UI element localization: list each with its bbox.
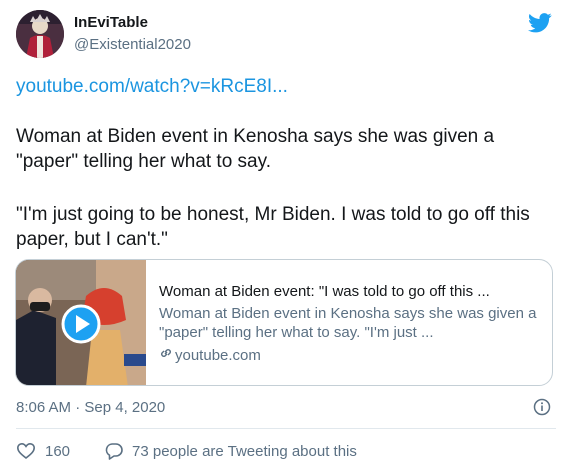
user-handle[interactable]: @Existential2020 <box>74 36 191 53</box>
tweet-link[interactable]: youtube.com/watch?v=kRcE8I... <box>16 76 288 98</box>
tweet-text-paragraph-2: "I'm just going to be honest, Mr Biden. … <box>16 204 530 250</box>
card-domain: youtube.com <box>159 346 261 364</box>
play-icon[interactable] <box>61 304 101 344</box>
card-domain-text: youtube.com <box>175 347 261 364</box>
conversation-text: 73 people are Tweeting about this <box>132 442 357 460</box>
like-button[interactable]: 160 <box>16 440 70 462</box>
display-name[interactable]: InEviTable <box>74 14 148 31</box>
avatar[interactable] <box>16 10 64 58</box>
tweet-card: InEviTable @Existential2020 youtube.com/… <box>0 0 570 469</box>
video-thumbnail[interactable] <box>16 260 146 385</box>
speech-bubble-icon <box>105 443 123 460</box>
tweet-text-paragraph-1: Woman at Biden event in Kenosha says she… <box>16 126 495 172</box>
card-description: Woman at Biden event in Kenosha says she… <box>159 305 537 341</box>
divider <box>16 428 556 429</box>
twitter-bird-icon[interactable] <box>528 13 552 33</box>
card-title[interactable]: Woman at Biden event: "I was told to go … <box>159 283 490 300</box>
heart-icon <box>16 442 36 460</box>
link-icon <box>161 349 171 357</box>
conversation-link[interactable]: 73 people are Tweeting about this <box>104 440 357 462</box>
info-icon[interactable] <box>533 398 551 416</box>
link-preview-card[interactable]: Woman at Biden event: "I was told to go … <box>15 259 553 386</box>
tweet-timestamp[interactable]: 8:06 AM · Sep 4, 2020 <box>16 399 165 416</box>
like-count: 160 <box>45 442 71 460</box>
